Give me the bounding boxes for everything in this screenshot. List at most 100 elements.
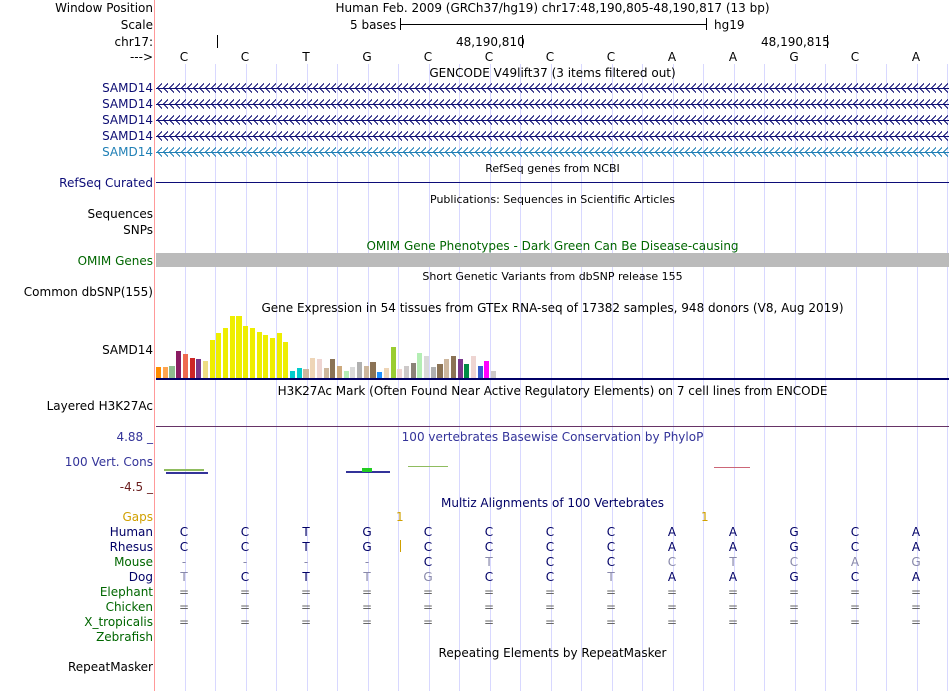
gtex-tissue-bar[interactable]	[223, 328, 229, 378]
gtex-tissue-bar[interactable]	[464, 364, 470, 378]
publications-track-label[interactable]: Sequences	[88, 207, 153, 221]
gtex-tissue-bar[interactable]	[397, 369, 403, 378]
gtex-tissue-bar[interactable]	[390, 347, 396, 378]
gtex-tissue-bar[interactable]	[296, 368, 302, 378]
gtex-tissue-bar[interactable]	[484, 361, 490, 378]
aligned-base: =	[422, 585, 434, 599]
gtex-tissue-bar[interactable]	[290, 371, 296, 378]
aligned-base: G	[423, 570, 433, 584]
gtex-tissue-bar[interactable]	[424, 356, 430, 378]
gtex-tissue-bar[interactable]	[196, 359, 202, 378]
gtex-tissue-bar[interactable]	[343, 371, 349, 378]
multiz-species-label[interactable]: Dog	[129, 570, 153, 584]
gtex-track-label[interactable]: SAMD14	[102, 343, 153, 357]
multiz-species-label[interactable]: Human	[110, 525, 153, 539]
h3k27ac-track-title[interactable]: H3K27Ac Mark (Often Found Near Active Re…	[155, 384, 950, 398]
gtex-tissue-bar[interactable]	[336, 366, 343, 378]
gencode-transcript-label[interactable]: SAMD14	[102, 145, 153, 159]
gtex-tissue-bar[interactable]	[202, 361, 209, 378]
multiz-species-label[interactable]: Chicken	[106, 600, 153, 614]
gtex-tissue-bar[interactable]	[383, 368, 389, 378]
gtex-tissue-bar[interactable]	[457, 359, 463, 378]
gtex-tissue-bar[interactable]	[256, 332, 262, 378]
refseq-track-label[interactable]: RefSeq Curated	[59, 176, 153, 190]
multiz-track-title[interactable]: Multiz Alignments of 100 Vertebrates	[155, 496, 950, 510]
dbsnp-track-label[interactable]: Common dbSNP(155)	[24, 285, 153, 299]
gtex-tissue-bar[interactable]	[182, 354, 188, 378]
gtex-tissue-bar[interactable]	[249, 328, 255, 378]
gtex-tissue-bar[interactable]	[330, 359, 336, 378]
gtex-tissue-bar[interactable]	[363, 366, 369, 378]
gencode-track-title[interactable]: GENCODE V49lift37 (3 items filtered out)	[155, 66, 950, 80]
gtex-tissue-bar[interactable]	[410, 363, 416, 378]
h3k27ac-track-label[interactable]: Layered H3K27Ac	[47, 399, 153, 413]
gtex-tissue-bar[interactable]	[169, 366, 175, 378]
gtex-tissue-bar[interactable]	[444, 359, 450, 378]
gtex-tissue-bar[interactable]	[430, 367, 436, 378]
omim-gene-block[interactable]	[156, 253, 949, 267]
gencode-transcript-label[interactable]: SAMD14	[102, 113, 153, 127]
gtex-tissue-bar[interactable]	[470, 356, 477, 378]
refseq-gene-line[interactable]	[156, 182, 949, 183]
repeatmasker-track-label[interactable]: RepeatMasker	[68, 660, 153, 674]
gtex-tissue-bar[interactable]	[370, 362, 376, 378]
conservation-track-label[interactable]: 100 Vert. Cons	[65, 455, 153, 469]
gtex-tissue-bar[interactable]	[303, 369, 309, 378]
multiz-species-label[interactable]: Elephant	[100, 585, 153, 599]
gencode-transcript-strand[interactable]	[156, 115, 949, 125]
gtex-tissue-bar[interactable]	[450, 356, 456, 378]
multiz-species-label[interactable]: Zebrafish	[96, 630, 153, 644]
omim-track-label[interactable]: OMIM Genes	[78, 254, 153, 268]
gtex-tissue-bar[interactable]	[189, 358, 195, 378]
aligned-base: T	[607, 570, 615, 584]
reference-base: C	[484, 50, 494, 64]
gencode-transcript-strand[interactable]	[156, 99, 949, 109]
gencode-transcript-label[interactable]: SAMD14	[102, 81, 153, 95]
gtex-tissue-bar[interactable]	[357, 362, 363, 378]
gtex-tissue-bar[interactable]	[276, 333, 282, 378]
gtex-tissue-bar[interactable]	[403, 366, 410, 378]
gtex-tissue-bar[interactable]	[216, 333, 222, 378]
aligned-base: =	[849, 585, 861, 599]
gtex-tissue-bar[interactable]	[491, 371, 497, 378]
gencode-transcript-strand[interactable]	[156, 147, 949, 157]
conservation-track-title[interactable]: 100 vertebrates Basewise Conservation by…	[155, 430, 950, 444]
gtex-tissue-bar[interactable]	[477, 366, 483, 378]
gtex-tissue-bar[interactable]	[263, 335, 269, 378]
aligned-base: C	[179, 525, 189, 539]
gtex-tissue-bar[interactable]	[269, 338, 276, 378]
gtex-tissue-bar[interactable]	[176, 351, 182, 378]
publications-track-title[interactable]: Publications: Sequences in Scientific Ar…	[155, 193, 950, 207]
gtex-tissue-bar[interactable]	[236, 316, 242, 378]
gencode-transcript-label[interactable]: SAMD14	[102, 129, 153, 143]
gtex-tissue-bar[interactable]	[437, 364, 443, 378]
gtex-tissue-bar[interactable]	[350, 367, 356, 378]
gencode-transcript-strand[interactable]	[156, 83, 949, 93]
gtex-tissue-bar[interactable]	[283, 342, 289, 378]
gencode-transcript-strand[interactable]	[156, 131, 949, 141]
gtex-tissue-bar[interactable]	[209, 340, 215, 378]
gtex-tissue-bar[interactable]	[156, 367, 162, 378]
multiz-species-label[interactable]: Rhesus	[110, 540, 153, 554]
gtex-tissue-bar[interactable]	[417, 353, 423, 378]
refseq-track-title[interactable]: RefSeq genes from NCBI	[155, 162, 950, 176]
gtex-tissue-bar[interactable]	[310, 358, 316, 378]
gtex-tissue-bar[interactable]	[316, 359, 322, 378]
multiz-species-label[interactable]: Mouse	[114, 555, 153, 569]
gencode-transcript-label[interactable]: SAMD14	[102, 97, 153, 111]
gtex-expression-chart[interactable]	[156, 316, 556, 378]
multiz-species-label[interactable]: X_tropicalis	[84, 615, 153, 629]
gtex-tissue-bar[interactable]	[243, 326, 249, 378]
conservation-wiggle[interactable]	[156, 462, 949, 478]
gtex-tissue-bar[interactable]	[162, 367, 168, 378]
gtex-tissue-bar[interactable]	[323, 368, 329, 378]
snps-track-label[interactable]: SNPs	[123, 223, 153, 237]
omim-track-title[interactable]: OMIM Gene Phenotypes - Dark Green Can Be…	[155, 239, 950, 253]
repeatmasker-track-title[interactable]: Repeating Elements by RepeatMasker	[155, 646, 950, 660]
chromosome-label: chr17:	[114, 35, 153, 49]
dbsnp-track-title[interactable]: Short Genetic Variants from dbSNP releas…	[155, 270, 950, 284]
gtex-track-title[interactable]: Gene Expression in 54 tissues from GTEx …	[155, 301, 950, 315]
gtex-tissue-bar[interactable]	[229, 316, 235, 378]
reference-bases: CCTGCCCCAAGCA	[0, 50, 950, 64]
aligned-base: =	[788, 585, 800, 599]
